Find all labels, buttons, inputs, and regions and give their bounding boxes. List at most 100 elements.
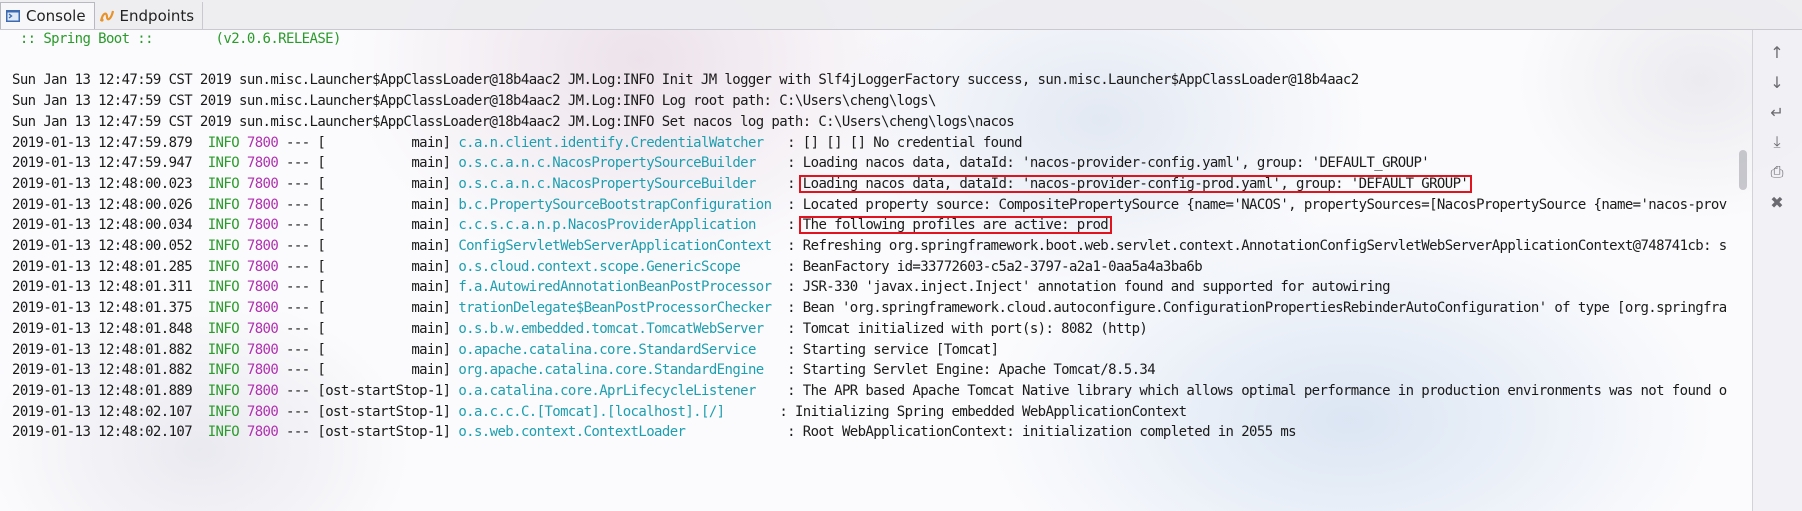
log-level: INFO: [207, 320, 240, 337]
log-logger: o.s.c.a.n.c.NacosPropertySourceBuilder: [458, 155, 780, 172]
log-space: [239, 135, 247, 151]
log-level: INFO: [207, 403, 240, 420]
log-timestamp: 2019-01-13 12:47:59.947: [12, 155, 208, 172]
log-timestamp: 2019-01-13 12:48:01.375: [12, 300, 208, 317]
log-logger: b.c.PropertySourceBootstrapConfiguration: [458, 196, 780, 213]
log-level: INFO: [207, 279, 240, 296]
log-thread: main]: [325, 279, 451, 296]
log-level: INFO: [207, 362, 240, 379]
log-timestamp: 2019-01-13 12:48:00.052: [12, 238, 208, 254]
log-timestamp: 2019-01-13 12:48:00.034: [12, 217, 208, 234]
log-pid: 7800: [246, 217, 279, 234]
log-space: [239, 383, 247, 399]
log-level: INFO: [207, 196, 240, 213]
log-message: : Refreshing org.springframework.boot.we…: [787, 238, 1727, 254]
log-logger: o.a.catalina.core.AprLifecycleListener: [458, 382, 780, 399]
log-timestamp: 2019-01-13 12:48:01.882: [12, 362, 208, 379]
log-thread: main]: [325, 196, 451, 213]
log-timestamp: 2019-01-13 12:48:00.023: [12, 175, 208, 192]
log-pid: 7800: [246, 300, 279, 317]
log-separator: --- [: [278, 238, 326, 254]
log-space: [239, 155, 247, 171]
log-timestamp: 2019-01-13 12:47:59.879: [12, 134, 208, 151]
scroll-up-icon[interactable]: ↑: [1765, 40, 1789, 64]
log-message: : Loading nacos data, dataId: 'nacos-pro…: [787, 175, 1469, 192]
log-separator: --- [: [278, 320, 326, 337]
log-logger: o.s.c.a.n.c.NacosPropertySourceBuilder: [458, 175, 780, 192]
log-level: INFO: [207, 217, 240, 234]
log-space: [779, 383, 787, 399]
log-space: [239, 217, 247, 233]
trash-icon[interactable]: ✖: [1765, 190, 1789, 214]
log-timestamp: 2019-01-13 12:48:01.311: [12, 279, 208, 296]
log-pid: 7800: [246, 403, 279, 420]
log-logger: o.a.c.c.C.[Tomcat].[localhost].[/]: [458, 403, 772, 420]
log-logger: f.a.AutowiredAnnotationBeanPostProcessor: [458, 279, 780, 296]
log-separator: --- [: [278, 279, 326, 296]
log-separator: --- [: [278, 134, 326, 151]
log-space: [779, 238, 787, 254]
log-level: INFO: [207, 382, 240, 399]
log-space: [239, 362, 247, 378]
log-separator: --- [: [278, 300, 326, 317]
log-pid: 7800: [246, 196, 279, 213]
log-pid: 7800: [246, 175, 279, 192]
print-icon[interactable]: ⎙: [1765, 160, 1789, 184]
log-level: INFO: [207, 341, 240, 358]
log-thread: main]: [325, 362, 451, 379]
tab-endpoints[interactable]: Endpoints: [95, 2, 204, 29]
log-message: : Tomcat initialized with port(s): 8082 …: [787, 320, 1148, 337]
log-pid: 7800: [246, 238, 279, 254]
scroll-to-end-icon[interactable]: ⤓: [1765, 130, 1789, 154]
log-logger: o.apache.catalina.core.StandardService: [458, 341, 780, 358]
log-message: : Initializing Spring embedded WebApplic…: [779, 403, 1187, 420]
log-thread: ost-startStop-1]: [325, 403, 451, 420]
log-space: [239, 342, 247, 358]
log-logger: ConfigServletWebServerApplicationContext: [458, 238, 780, 254]
log-separator: --- [: [278, 175, 326, 192]
log-thread: main]: [325, 217, 451, 234]
console-output[interactable]: :: Spring Boot :: (v2.0.6.RELEASE) Sun Ja…: [0, 30, 1752, 511]
log-thread: main]: [325, 341, 451, 358]
log-space: [239, 300, 247, 316]
scrollbar-thumb[interactable]: [1739, 150, 1747, 190]
log-space: [779, 135, 787, 151]
log-space: [779, 155, 787, 171]
console-scrollbar[interactable]: [1736, 30, 1750, 511]
log-pid: 7800: [246, 424, 279, 441]
log-separator: --- [: [278, 217, 326, 234]
log-separator: --- [: [278, 403, 326, 420]
log-timestamp: 2019-01-13 12:48:00.026: [12, 196, 208, 213]
log-message: : [] [] [] No credential found: [787, 134, 1023, 151]
log-logger: o.s.web.context.ContextLoader: [458, 424, 780, 441]
log-separator: --- [: [278, 382, 326, 399]
log-space: [779, 424, 787, 440]
log-space: [239, 279, 247, 295]
log-pid: 7800: [246, 134, 279, 151]
log-message: : Bean 'org.springframework.cloud.autoco…: [787, 300, 1727, 317]
log-separator: --- [: [278, 362, 326, 379]
log-logger: o.s.cloud.context.scope.GenericScope: [458, 258, 780, 275]
tool-window-tabbar: Console Endpoints: [0, 0, 1802, 30]
log-timestamp: 2019-01-13 12:48:01.285: [12, 258, 208, 275]
log-pid: 7800: [246, 341, 279, 358]
soft-wrap-icon[interactable]: ↵: [1765, 100, 1789, 124]
log-pid: 7800: [246, 320, 279, 337]
log-logger: o.s.b.w.embedded.tomcat.TomcatWebServer: [458, 320, 780, 337]
log-timestamp: 2019-01-13 12:48:01.882: [12, 341, 208, 358]
log-thread: main]: [325, 238, 451, 254]
log-message: : The APR based Apache Tomcat Native lib…: [787, 382, 1727, 399]
endpoints-icon: [99, 8, 115, 24]
log-pid: 7800: [246, 382, 279, 399]
log-thread: main]: [325, 175, 451, 192]
scroll-down-icon[interactable]: ↓: [1765, 70, 1789, 94]
log-timestamp: 2019-01-13 12:48:02.107: [12, 424, 208, 441]
log-level: INFO: [207, 300, 240, 317]
tab-console[interactable]: Console: [0, 2, 95, 29]
log-separator: --- [: [278, 424, 326, 441]
log-thread: main]: [325, 155, 451, 172]
log-pid: 7800: [246, 279, 279, 296]
log-level: INFO: [207, 258, 240, 275]
log-space: [779, 197, 787, 213]
log-message: : Root WebApplicationContext: initializa…: [787, 424, 1297, 441]
